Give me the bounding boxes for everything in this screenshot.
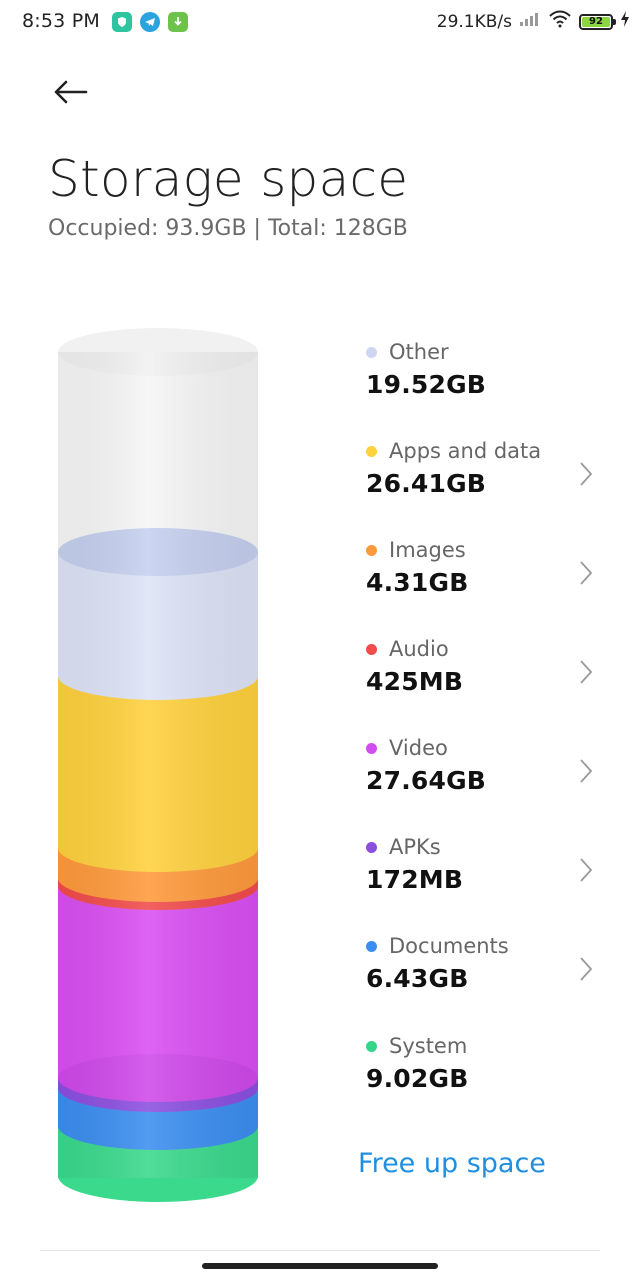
storage-summary: Occupied: 93.9GB | Total: 128GB bbox=[48, 216, 408, 241]
status-bar: 8:53 PM 29.1KB/s 92 bbox=[0, 0, 640, 44]
category-size: 425MB bbox=[366, 667, 464, 696]
chevron-right-icon bbox=[580, 561, 593, 585]
audio-color-dot bbox=[366, 643, 377, 655]
chevron-right-icon bbox=[580, 660, 593, 684]
category-size: 27.64GB bbox=[366, 766, 487, 795]
bottom-divider bbox=[40, 1250, 600, 1251]
chevron-right-icon bbox=[580, 462, 593, 486]
notification-icons bbox=[112, 12, 188, 32]
category-label: Other bbox=[389, 340, 449, 364]
apps-color-dot bbox=[366, 445, 377, 457]
images-color-dot bbox=[366, 544, 377, 556]
system-color-dot bbox=[366, 1040, 377, 1052]
category-label: APKs bbox=[389, 835, 441, 859]
category-images[interactable]: Images 4.31GB bbox=[366, 538, 596, 618]
category-label: Video bbox=[389, 736, 448, 760]
category-size: 19.52GB bbox=[366, 370, 487, 399]
back-arrow-icon bbox=[54, 80, 88, 104]
other-color-dot bbox=[366, 346, 377, 358]
back-button[interactable] bbox=[44, 70, 96, 114]
category-label: Images bbox=[389, 538, 466, 562]
category-audio[interactable]: Audio 425MB bbox=[366, 637, 596, 717]
category-size: 26.41GB bbox=[366, 469, 487, 498]
signal-icon bbox=[519, 11, 541, 32]
charging-icon bbox=[620, 11, 630, 32]
category-size: 172MB bbox=[366, 865, 464, 894]
category-label: Audio bbox=[389, 637, 449, 661]
network-speed: 29.1KB/s bbox=[436, 11, 512, 32]
category-label: Apps and data bbox=[389, 439, 542, 463]
page-title: Storage space bbox=[48, 150, 409, 208]
chevron-right-icon bbox=[580, 957, 593, 981]
download-icon bbox=[168, 12, 188, 32]
category-system: System 9.02GB bbox=[366, 1034, 596, 1114]
apks-color-dot bbox=[366, 841, 377, 853]
category-apks[interactable]: APKs 172MB bbox=[366, 835, 596, 915]
category-label: Documents bbox=[389, 934, 509, 958]
telegram-icon bbox=[140, 12, 160, 32]
chevron-right-icon bbox=[580, 858, 593, 882]
storage-cylinder-chart bbox=[58, 326, 260, 1206]
status-right: 29.1KB/s 92 bbox=[437, 10, 630, 33]
battery-level: 92 bbox=[582, 16, 610, 27]
free-up-space-button[interactable]: Free up space bbox=[358, 1148, 546, 1179]
category-label: System bbox=[389, 1034, 468, 1058]
home-indicator[interactable] bbox=[202, 1263, 438, 1269]
category-size: 4.31GB bbox=[366, 568, 469, 597]
status-time: 8:53 PM bbox=[22, 10, 100, 32]
chevron-right-icon bbox=[580, 759, 593, 783]
video-color-dot bbox=[366, 742, 377, 754]
category-documents[interactable]: Documents 6.43GB bbox=[366, 934, 596, 1014]
shield-icon bbox=[112, 12, 132, 32]
documents-color-dot bbox=[366, 940, 377, 952]
battery-icon: 92 bbox=[579, 13, 616, 30]
category-apps-and-data[interactable]: Apps and data 26.41GB bbox=[366, 439, 596, 519]
category-video[interactable]: Video 27.64GB bbox=[366, 736, 596, 816]
category-size: 6.43GB bbox=[366, 964, 469, 993]
category-other: Other 19.52GB bbox=[366, 340, 596, 420]
category-size: 9.02GB bbox=[366, 1064, 469, 1093]
wifi-icon bbox=[548, 10, 572, 33]
